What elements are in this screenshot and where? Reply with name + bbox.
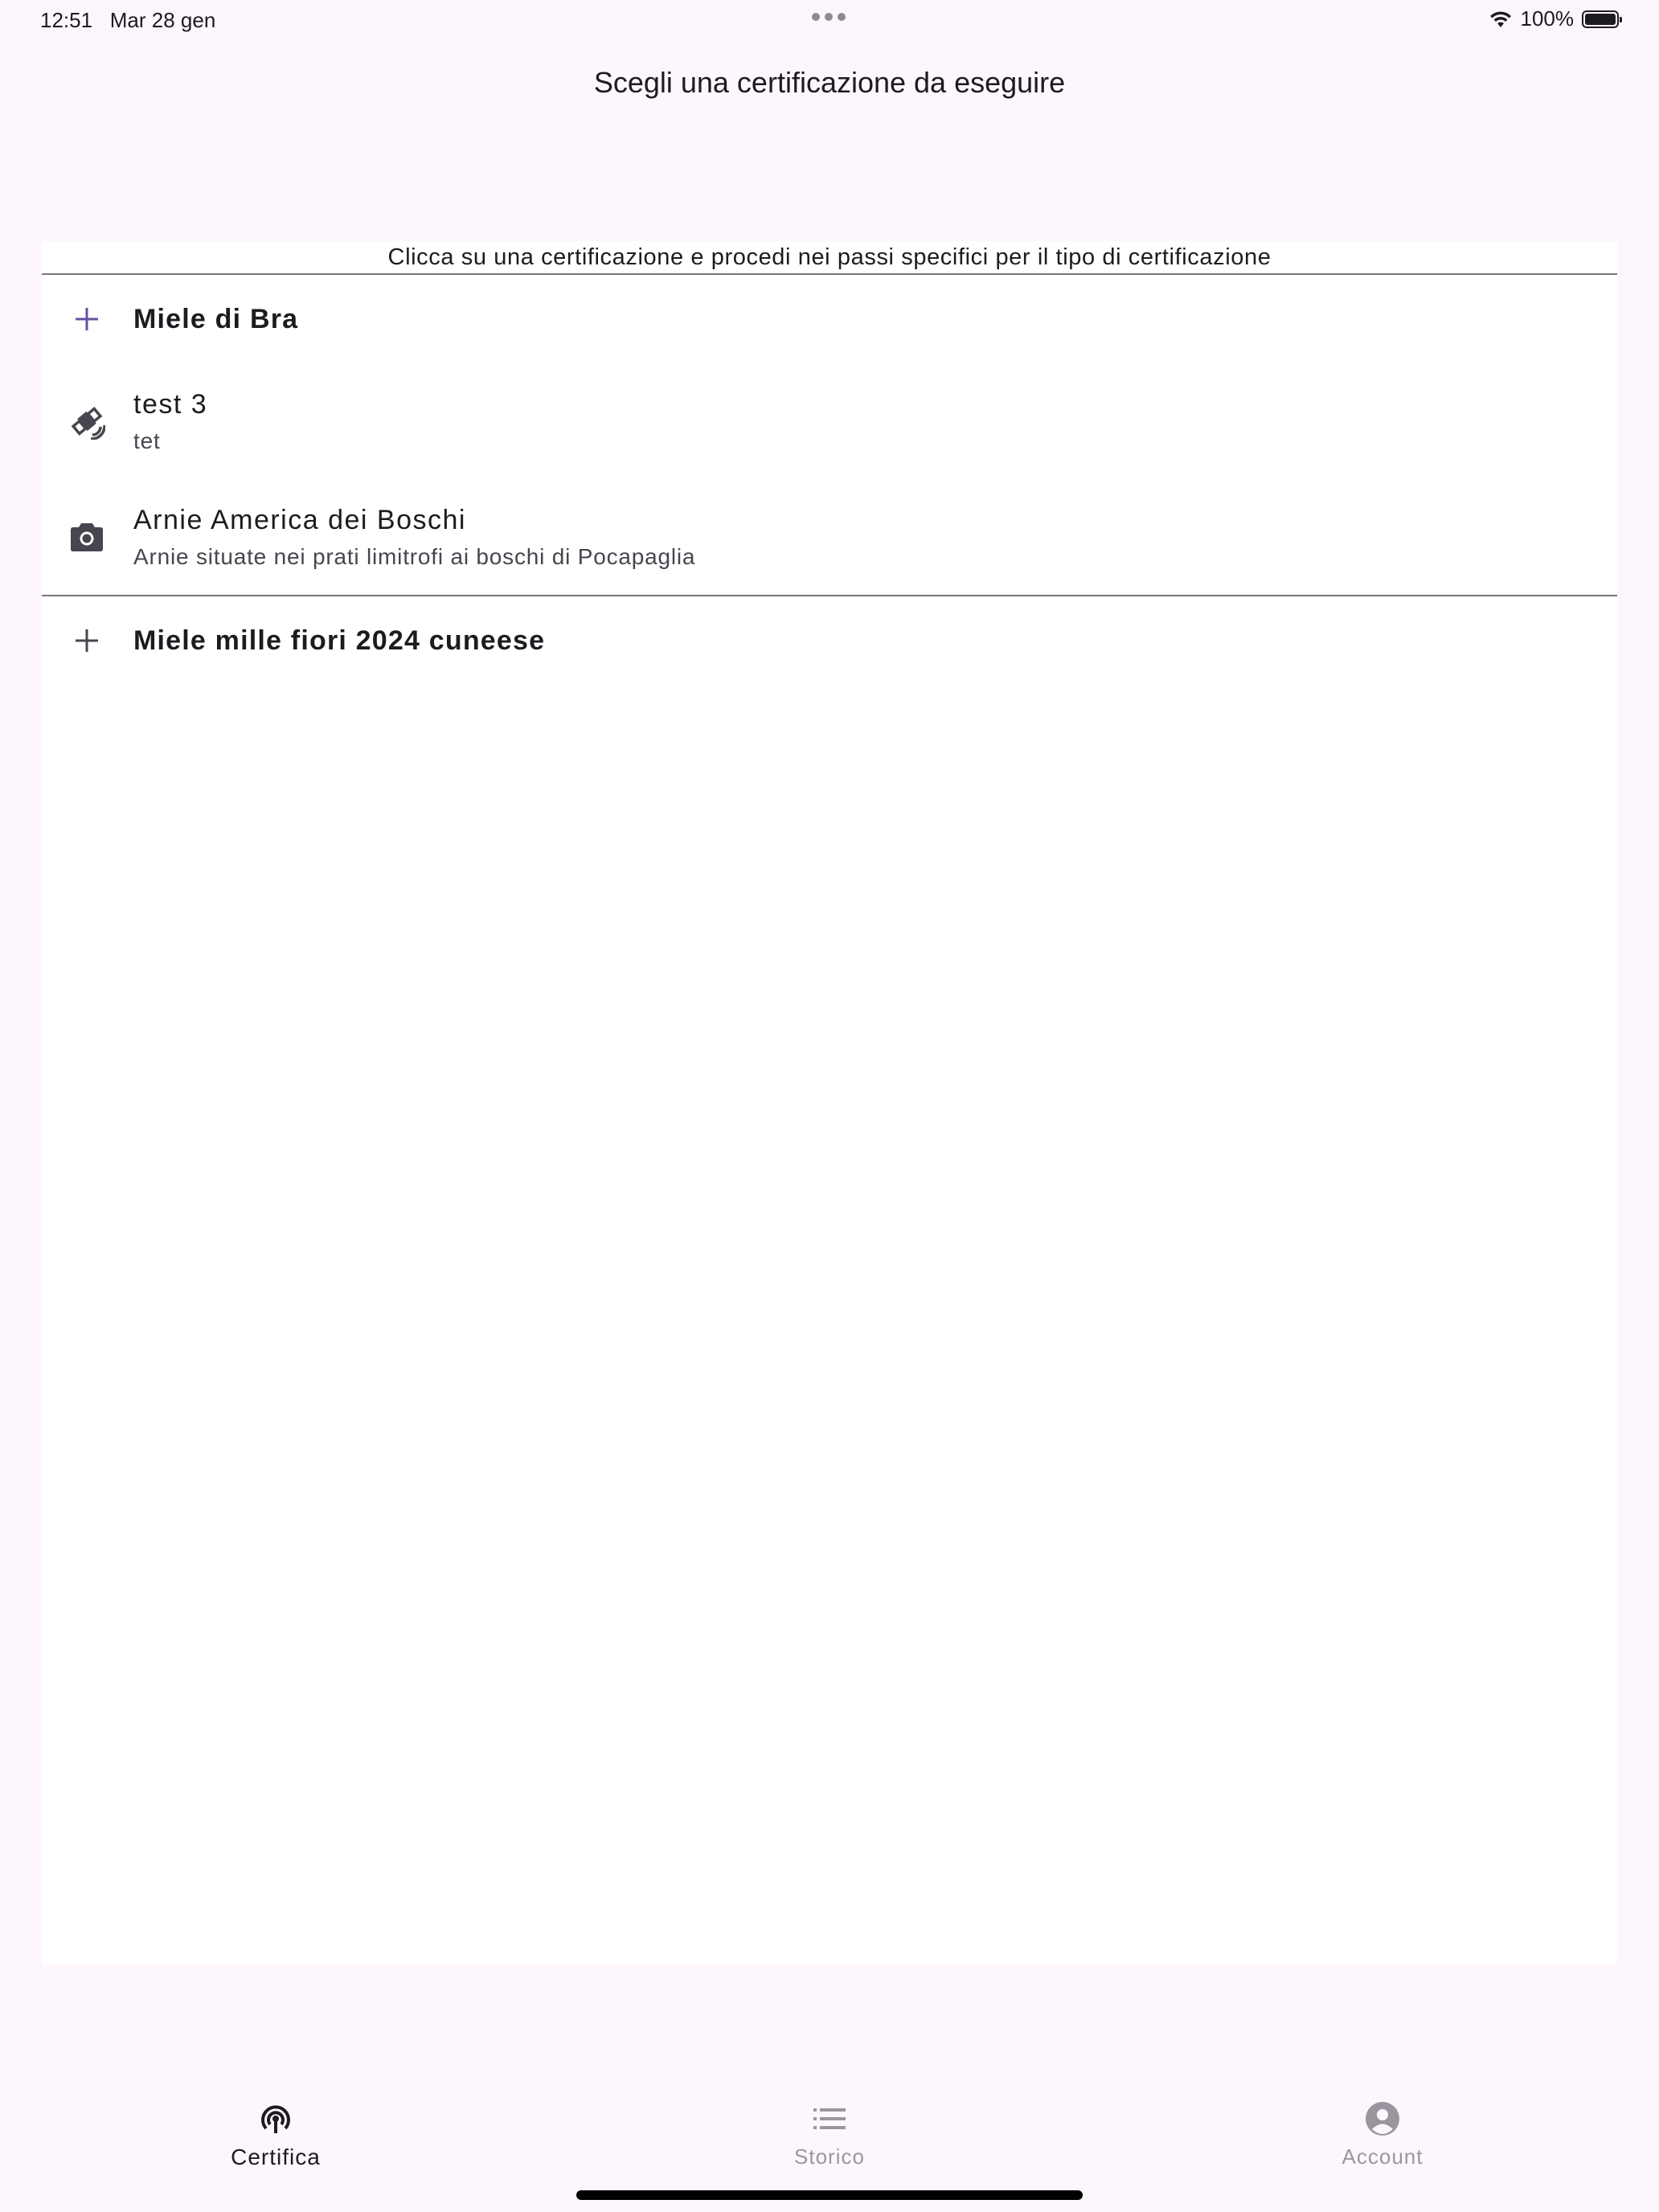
camera-icon: [66, 516, 108, 558]
account-icon: [1366, 2102, 1399, 2136]
plus-icon[interactable]: [66, 298, 108, 340]
instructions-text: Clicca su una certificazione e procedi n…: [42, 241, 1617, 275]
multitasking-dots[interactable]: [812, 13, 846, 21]
group-label: Miele di Bra: [133, 303, 299, 334]
status-clock: 12:51: [40, 8, 93, 32]
page-title: Scegli una certificazione da eseguire: [593, 66, 1066, 99]
nav-label: Storico: [794, 2144, 865, 2169]
item-subtitle: tet: [133, 428, 161, 453]
home-indicator[interactable]: [576, 2190, 1083, 2200]
nav-certifica[interactable]: Certifica: [195, 2098, 356, 2170]
nav-label: Account: [1342, 2144, 1423, 2169]
status-bar: 12:51 Mar 28 gen 100%: [0, 0, 1659, 40]
list-item-arnie-america-dei-boschi[interactable]: Arnie America dei Boschi Arnie situate n…: [42, 479, 1617, 595]
plus-icon[interactable]: [66, 620, 108, 662]
group-header-miele-mille-fiori[interactable]: Miele mille fiori 2024 cuneese: [42, 596, 1617, 685]
list-icon: [813, 2108, 846, 2129]
certify-icon: [261, 2105, 290, 2133]
item-title: Arnie America dei Boschi: [133, 504, 466, 535]
item-title: test 3: [133, 388, 208, 420]
battery-percent: 100%: [1520, 6, 1575, 31]
nav-label: Certifica: [231, 2144, 321, 2169]
satellite-icon: [66, 400, 108, 442]
nav-account[interactable]: Account: [1302, 2098, 1463, 2169]
nav-storico[interactable]: Storico: [749, 2098, 910, 2169]
certification-list-panel: Clicca su una certificazione e procedi n…: [42, 241, 1617, 1964]
group-label: Miele mille fiori 2024 cuneese: [133, 625, 546, 656]
list-item-test-3[interactable]: test 3 tet: [42, 363, 1617, 479]
battery-icon: [1582, 10, 1622, 28]
status-date: Mar 28 gen: [109, 8, 216, 32]
status-indicators: 100%: [1489, 6, 1622, 31]
item-subtitle: Arnie situate nei prati limitrofi ai bos…: [133, 543, 696, 569]
status-time: 12:51 Mar 28 gen: [40, 8, 215, 33]
wifi-icon: [1489, 10, 1511, 27]
group-header-miele-di-bra[interactable]: Miele di Bra: [42, 275, 1617, 363]
